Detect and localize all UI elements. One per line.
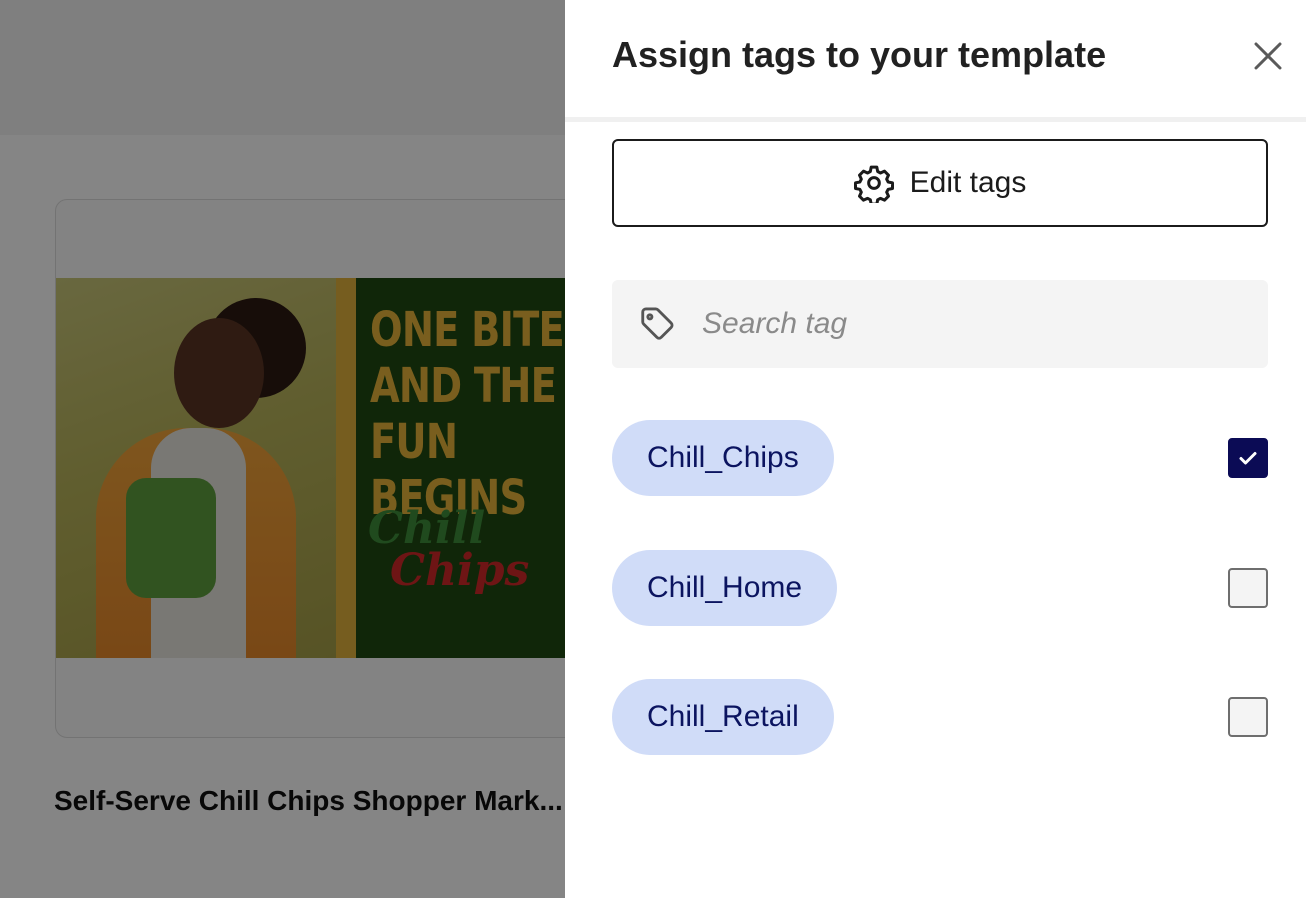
edit-tags-button[interactable]: Edit tags: [612, 139, 1268, 227]
panel-divider: [565, 117, 1306, 122]
close-icon: [1254, 42, 1282, 70]
edit-tags-label: Edit tags: [909, 166, 1027, 199]
tag-chip[interactable]: Chill_Retail: [612, 679, 834, 755]
tag-icon: [638, 305, 676, 343]
gear-icon: [853, 165, 894, 203]
tag-checkbox-checked[interactable]: [1228, 438, 1268, 478]
tag-row-chill-home: Chill_Home: [612, 550, 1268, 628]
search-tag-box[interactable]: [612, 280, 1268, 368]
tag-chip[interactable]: Chill_Chips: [612, 420, 834, 496]
tag-checkbox[interactable]: [1228, 568, 1268, 608]
tag-chip[interactable]: Chill_Home: [612, 550, 838, 626]
tag-row-chill-chips: Chill_Chips: [612, 420, 1268, 498]
search-tag-input[interactable]: [702, 307, 1242, 341]
tag-checkbox[interactable]: [1228, 697, 1268, 737]
panel-title: Assign tags to your template: [612, 34, 1107, 75]
assign-tags-panel: Assign tags to your template Edit tags C…: [565, 0, 1306, 898]
modal-overlay[interactable]: [0, 0, 565, 898]
checkmark-icon: [1239, 452, 1257, 465]
close-button[interactable]: [1250, 38, 1286, 74]
tag-row-chill-retail: Chill_Retail: [612, 679, 1268, 757]
